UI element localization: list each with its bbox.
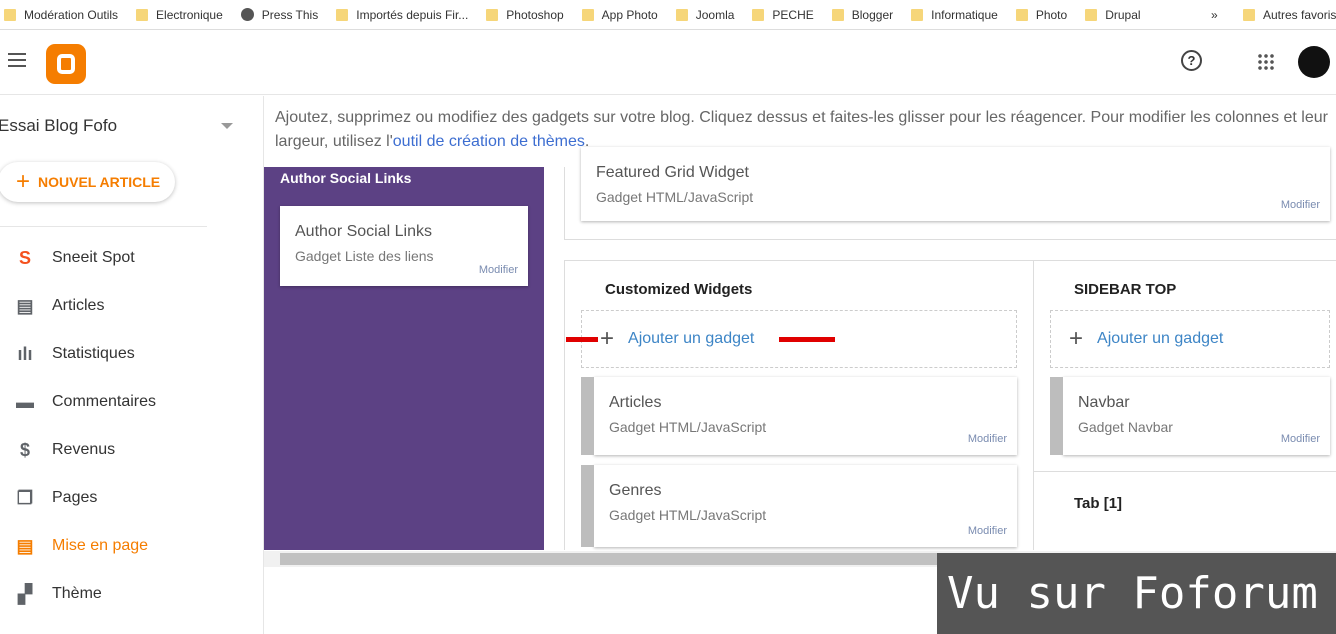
folder-icon xyxy=(486,8,499,21)
new-post-button[interactable]: + NOUVEL ARTICLE xyxy=(0,162,175,202)
folder-icon xyxy=(675,8,688,21)
sidebar-item-pages[interactable]: ❐ Pages xyxy=(14,488,97,508)
layout-main: Ajoutez, supprimez ou modifiez des gadge… xyxy=(263,96,1336,634)
blog-name[interactable]: Essai Blog Fofo xyxy=(0,116,117,136)
globe-icon xyxy=(240,8,254,21)
avatar[interactable] xyxy=(1298,46,1330,78)
dollar-icon: $ xyxy=(19,440,30,460)
sidebar-item-statistiques[interactable]: ılı Statistiques xyxy=(14,344,134,364)
modify-link[interactable]: Modifier xyxy=(1281,199,1320,211)
gadget-author-social-links[interactable]: Author Social Links Gadget Liste des lien… xyxy=(280,206,528,286)
drag-handle[interactable] xyxy=(1050,377,1063,455)
help-icon[interactable]: ? xyxy=(1181,50,1202,71)
bookmark-item[interactable]: Blogger xyxy=(831,8,893,22)
pages-icon: ❐ xyxy=(16,488,34,508)
folder-icon xyxy=(336,8,349,21)
more-bookmarks[interactable]: » xyxy=(1211,8,1218,22)
folder-icon xyxy=(4,8,16,21)
folder-icon xyxy=(752,8,765,21)
author-section: Author Social Links Author Social Links G… xyxy=(264,167,544,550)
sidebar-item-thème[interactable]: ▞ Thème xyxy=(14,584,102,604)
sidebar-item-mise-en-page[interactable]: ▤ Mise en page xyxy=(14,536,148,556)
drag-handle[interactable] xyxy=(581,465,594,547)
drag-handle[interactable] xyxy=(581,377,594,455)
posts-icon: ▤ xyxy=(16,296,34,316)
bookmark-item[interactable]: Joomla xyxy=(675,8,734,22)
plus-icon: + xyxy=(1069,325,1084,352)
customized-widgets-section: Customized Widgets + Ajouter un gadget Ar… xyxy=(564,260,1034,550)
bookmark-item[interactable]: Drupal xyxy=(1085,8,1141,22)
folder-icon xyxy=(136,8,149,21)
folder-icon xyxy=(581,8,594,21)
section-title: Author Social Links xyxy=(280,170,412,186)
sneeit-icon: S xyxy=(18,248,31,268)
layout-icon: ▤ xyxy=(16,536,34,556)
sidebar-item-sneeit-spot[interactable]: S Sneeit Spot xyxy=(14,248,135,268)
sidebar: Essai Blog Fofo + NOUVEL ARTICLE S Sneeit … xyxy=(0,96,262,634)
tab-section-title: Tab [1] xyxy=(1074,495,1123,512)
bookmark-item[interactable]: Press This xyxy=(240,8,318,22)
theme-designer-link[interactable]: outil de création de thèmes xyxy=(393,133,585,150)
bookmarks-bar: Modération Outils Electronique Press This I… xyxy=(0,0,1336,30)
watermark: Vu sur Foforum xyxy=(937,553,1336,634)
apps-icon[interactable] xyxy=(1257,53,1275,71)
bookmark-item[interactable]: Importés depuis Fir... xyxy=(336,8,468,22)
bookmark-item[interactable]: Photo xyxy=(1015,8,1067,22)
bookmark-item[interactable]: Electronique xyxy=(136,8,223,22)
red-marker xyxy=(779,337,835,342)
featured-section: Featured Grid Widget Gadget HTML/JavaScri… xyxy=(564,147,1336,240)
comment-icon: ▬ xyxy=(16,392,34,412)
plus-icon: + xyxy=(600,325,615,352)
app-header: ? xyxy=(0,31,1336,95)
sidebar-item-revenus[interactable]: $ Revenus xyxy=(14,440,115,460)
sidebar-top-section: SIDEBAR TOP + Ajouter un gadget Navbar Gad… xyxy=(1034,260,1336,472)
bookmark-item[interactable]: PECHE xyxy=(752,8,814,22)
sidebar-item-articles[interactable]: ▤ Articles xyxy=(14,296,104,316)
bookmark-item[interactable]: Photoshop xyxy=(486,8,564,22)
bookmark-item[interactable]: App Photo xyxy=(581,8,658,22)
blog-dropdown-icon[interactable] xyxy=(221,123,233,135)
folder-icon xyxy=(911,8,924,21)
folder-icon xyxy=(1015,8,1028,21)
theme-icon: ▞ xyxy=(18,584,32,604)
gadget-articles[interactable]: Articles Gadget HTML/JavaScript Modifier xyxy=(581,377,1017,455)
red-marker xyxy=(566,337,598,342)
blogger-logo[interactable] xyxy=(46,44,86,84)
bookmark-item[interactable]: Informatique xyxy=(911,8,998,22)
other-bookmarks[interactable]: Autres favoris xyxy=(1243,8,1336,22)
folder-icon xyxy=(831,8,844,21)
menu-icon[interactable] xyxy=(8,53,26,67)
gadget-genres[interactable]: Genres Gadget HTML/JavaScript Modifier xyxy=(581,465,1017,547)
bookmark-item[interactable]: Modération Outils xyxy=(4,8,118,22)
gadget-featured-grid[interactable]: Featured Grid Widget Gadget HTML/JavaScri… xyxy=(581,147,1330,221)
gadget-navbar[interactable]: Navbar Gadget Navbar Modifier xyxy=(1050,377,1330,455)
modify-link[interactable]: Modifier xyxy=(479,264,518,276)
folder-icon xyxy=(1243,9,1255,21)
stats-icon: ılı xyxy=(17,344,33,364)
plus-icon: + xyxy=(16,168,31,195)
folder-icon xyxy=(1085,8,1098,21)
sidebar-item-commentaires[interactable]: ▬ Commentaires xyxy=(14,392,156,412)
add-gadget-button[interactable]: + Ajouter un gadget xyxy=(1050,310,1330,368)
